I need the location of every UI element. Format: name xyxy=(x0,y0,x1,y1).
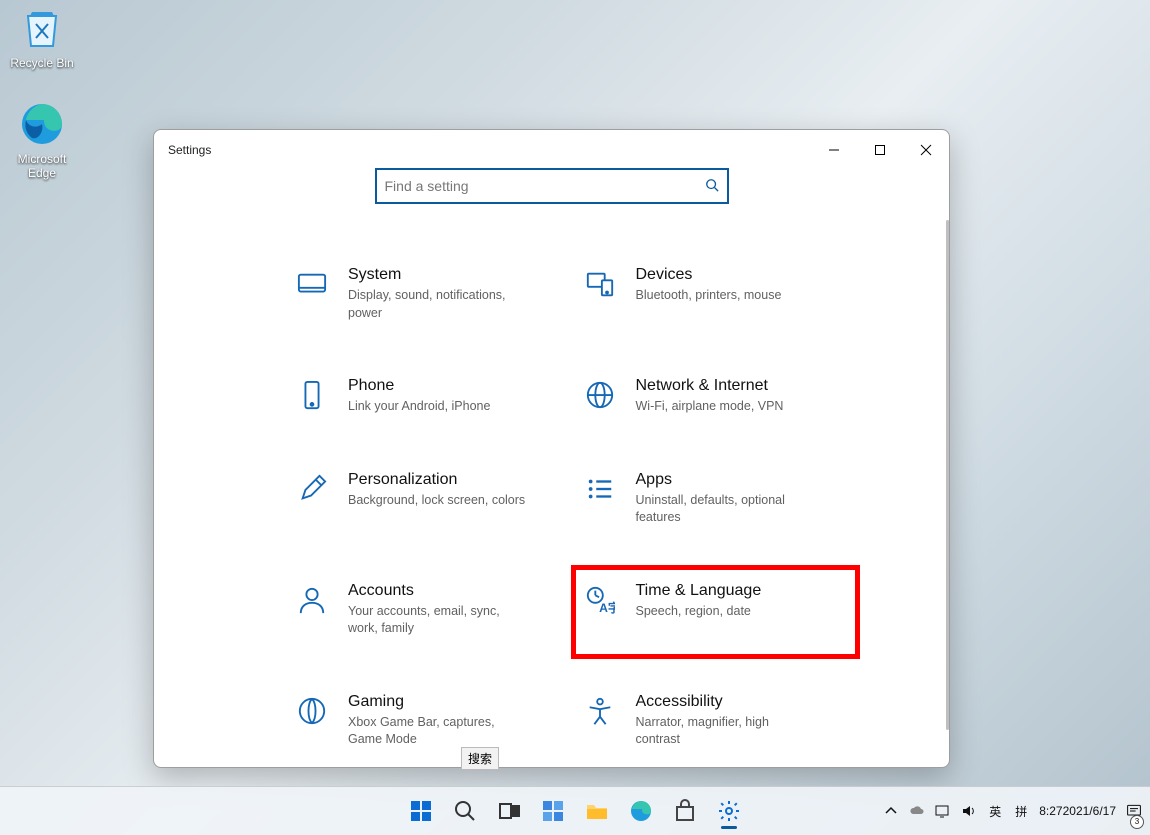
category-title: Devices xyxy=(636,266,782,284)
desktop-icon-label: Microsoft Edge xyxy=(4,152,80,180)
category-desc: Wi-Fi, airplane mode, VPN xyxy=(636,398,784,416)
category-gaming[interactable]: Gaming Xbox Game Bar, captures, Game Mod… xyxy=(294,693,552,749)
category-desc: Speech, region, date xyxy=(636,603,762,621)
category-title: Network & Internet xyxy=(636,377,784,395)
window-title: Settings xyxy=(168,143,211,157)
search-row: Find a setting xyxy=(154,168,949,204)
category-accessibility[interactable]: Accessibility Narrator, magnifier, high … xyxy=(582,693,840,749)
accessibility-icon xyxy=(582,693,618,729)
search-input[interactable]: Find a setting xyxy=(375,168,729,204)
close-button[interactable] xyxy=(903,134,949,166)
category-title: Accessibility xyxy=(636,693,816,711)
category-system[interactable]: System Display, sound, notifications, po… xyxy=(294,266,552,322)
desktop-icon-label: Recycle Bin xyxy=(4,56,80,70)
clock-time: 8:27 xyxy=(1039,804,1062,819)
category-desc: Uninstall, defaults, optional features xyxy=(636,492,816,527)
system-tray: 英 拼 8:27 2021/6/17 3 xyxy=(883,787,1150,835)
taskbar-center xyxy=(401,787,749,835)
apps-icon xyxy=(582,471,618,507)
task-view-button[interactable] xyxy=(489,791,529,831)
desktop-icon-edge[interactable]: Microsoft Edge xyxy=(4,100,80,180)
category-title: Gaming xyxy=(348,693,528,711)
maximize-button[interactable] xyxy=(857,134,903,166)
category-apps[interactable]: Apps Uninstall, defaults, optional featu… xyxy=(582,471,840,527)
search-icon xyxy=(705,178,719,195)
scrollbar[interactable] xyxy=(946,220,949,730)
file-explorer-button[interactable] xyxy=(577,791,617,831)
taskbar-tooltip: 搜索 xyxy=(461,747,499,770)
phone-icon xyxy=(294,377,330,413)
category-desc: Xbox Game Bar, captures, Game Mode xyxy=(348,714,528,749)
edge-icon xyxy=(18,100,66,148)
category-network[interactable]: Network & Internet Wi-Fi, airplane mode,… xyxy=(582,377,840,416)
clock[interactable]: 8:27 2021/6/17 xyxy=(1039,787,1116,835)
category-title: Apps xyxy=(636,471,816,489)
widgets-button[interactable] xyxy=(533,791,573,831)
globe-icon xyxy=(582,377,618,413)
svg-text:A字: A字 xyxy=(599,600,615,615)
search-placeholder: Find a setting xyxy=(385,178,705,194)
gaming-icon xyxy=(294,693,330,729)
network-tray-icon[interactable] xyxy=(935,787,951,835)
system-icon xyxy=(294,266,330,302)
category-desc: Display, sound, notifications, power xyxy=(348,287,528,322)
taskbar-search-button[interactable] xyxy=(445,791,485,831)
volume-icon[interactable] xyxy=(961,787,977,835)
category-desc: Bluetooth, printers, mouse xyxy=(636,287,782,305)
notifications-button[interactable]: 3 xyxy=(1126,787,1142,835)
recycle-bin-icon xyxy=(18,4,66,52)
settings-button[interactable] xyxy=(709,791,749,831)
category-devices[interactable]: Devices Bluetooth, printers, mouse xyxy=(582,266,840,322)
category-title: Accounts xyxy=(348,582,528,600)
devices-icon xyxy=(582,266,618,302)
tray-chevron-up-icon[interactable] xyxy=(883,787,899,835)
category-time-language[interactable]: A字 Time & Language Speech, region, date xyxy=(582,576,850,648)
category-personalization[interactable]: Personalization Background, lock screen,… xyxy=(294,471,552,527)
titlebar[interactable]: Settings xyxy=(154,130,949,170)
settings-window: Settings Find a setting System Display, … xyxy=(153,129,950,768)
pen-icon xyxy=(294,471,330,507)
desktop-icon-recycle-bin[interactable]: Recycle Bin xyxy=(4,4,80,70)
category-title: System xyxy=(348,266,528,284)
person-icon xyxy=(294,582,330,618)
minimize-button[interactable] xyxy=(811,134,857,166)
category-phone[interactable]: Phone Link your Android, iPhone xyxy=(294,377,552,416)
window-controls xyxy=(811,134,949,166)
taskbar: 英 拼 8:27 2021/6/17 3 xyxy=(0,786,1150,835)
category-accounts[interactable]: Accounts Your accounts, email, sync, wor… xyxy=(294,582,552,638)
clock-date: 2021/6/17 xyxy=(1063,804,1116,819)
category-desc: Link your Android, iPhone xyxy=(348,398,490,416)
category-desc: Background, lock screen, colors xyxy=(348,492,525,510)
store-button[interactable] xyxy=(665,791,705,831)
category-title: Time & Language xyxy=(636,582,762,600)
time-language-icon: A字 xyxy=(582,582,618,618)
category-desc: Narrator, magnifier, high contrast xyxy=(636,714,816,749)
ime-language[interactable]: 英 xyxy=(987,787,1003,835)
start-button[interactable] xyxy=(401,791,441,831)
edge-button[interactable] xyxy=(621,791,661,831)
ime-mode[interactable]: 拼 xyxy=(1013,787,1029,835)
category-title: Personalization xyxy=(348,471,525,489)
notification-count: 3 xyxy=(1130,815,1144,829)
onedrive-icon[interactable] xyxy=(909,787,925,835)
settings-content[interactable]: System Display, sound, notifications, po… xyxy=(154,234,949,767)
category-desc: Your accounts, email, sync, work, family xyxy=(348,603,528,638)
category-title: Phone xyxy=(348,377,490,395)
